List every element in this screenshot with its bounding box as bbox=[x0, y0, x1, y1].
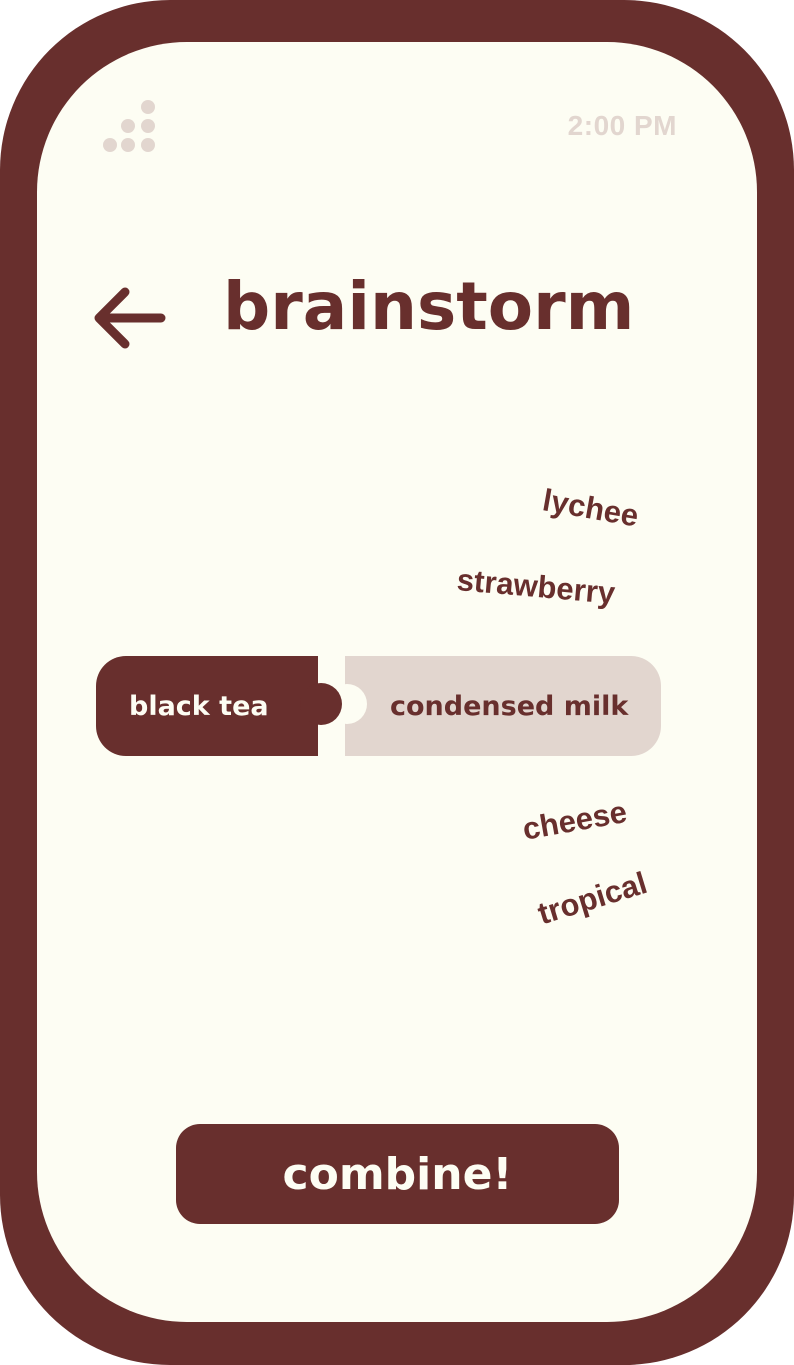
ingredient-piece-left[interactable]: black tea bbox=[96, 656, 318, 756]
suggestion-tropical[interactable]: tropical bbox=[534, 865, 652, 932]
suggestion-cheese[interactable]: cheese bbox=[520, 794, 630, 848]
status-time: 2:00 PM bbox=[567, 110, 677, 141]
combine-button[interactable]: combine! bbox=[176, 1124, 619, 1224]
ingredient-piece-right[interactable]: condensed milk bbox=[345, 656, 661, 756]
arrow-left-icon bbox=[94, 287, 166, 349]
suggestion-strawberry[interactable]: strawberry bbox=[455, 562, 617, 612]
phone-frame: 2:00 PM brainstorm lychee strawberry che… bbox=[0, 0, 794, 1365]
ingredient-right-label: condensed milk bbox=[390, 690, 629, 722]
ingredient-left-label: black tea bbox=[129, 690, 269, 722]
suggestion-lychee[interactable]: lychee bbox=[540, 482, 641, 534]
app-screen: 2:00 PM brainstorm lychee strawberry che… bbox=[37, 42, 757, 1322]
page-title: brainstorm bbox=[223, 268, 635, 345]
back-button[interactable] bbox=[91, 286, 167, 350]
puzzle-knob bbox=[300, 683, 342, 725]
signal-dots-icon bbox=[101, 100, 155, 154]
